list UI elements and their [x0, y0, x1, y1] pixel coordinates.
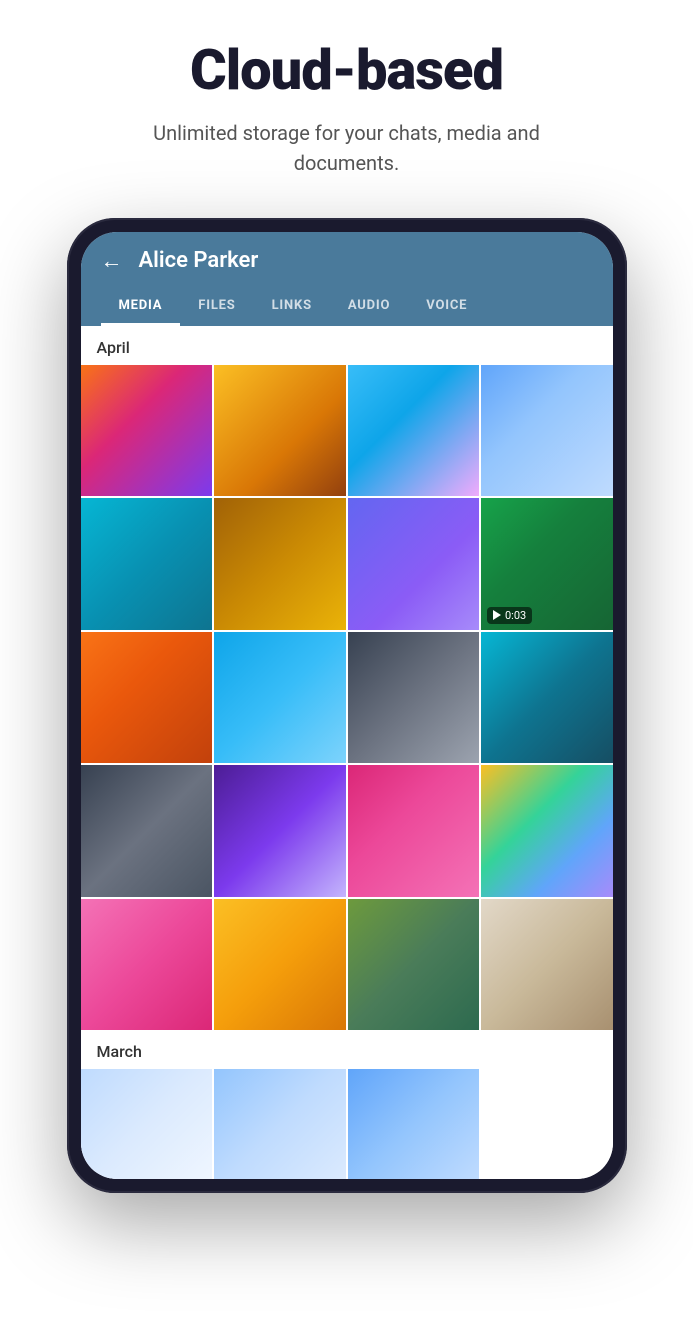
photo-cell[interactable]	[81, 1069, 213, 1179]
tab-files[interactable]: FILES	[180, 288, 253, 326]
photo-cell[interactable]	[81, 365, 213, 497]
april-photo-grid: 0:03	[81, 365, 613, 1031]
photo-cell[interactable]	[348, 498, 480, 630]
chat-title: Alice Parker	[139, 248, 259, 273]
month-label-april: April	[81, 326, 613, 365]
hero-subtitle: Unlimited storage for your chats, media …	[147, 118, 547, 178]
march-photo-grid	[81, 1069, 613, 1179]
tab-voice[interactable]: VOICE	[408, 288, 485, 326]
media-content: April 0:03	[81, 326, 613, 1180]
photo-cell[interactable]	[348, 365, 480, 497]
photo-cell[interactable]	[481, 899, 613, 1031]
back-button[interactable]: ←	[101, 248, 123, 274]
photo-cell[interactable]	[348, 1069, 480, 1179]
phone-screen: ← Alice Parker MEDIA FILES LINKS AUDIO V…	[81, 232, 613, 1180]
photo-cell[interactable]	[214, 1069, 346, 1179]
play-icon	[493, 610, 501, 620]
video-duration: 0:03	[505, 609, 526, 622]
photo-cell[interactable]	[81, 765, 213, 897]
photo-cell[interactable]	[214, 899, 346, 1031]
photo-cell[interactable]	[214, 498, 346, 630]
photo-cell[interactable]	[481, 365, 613, 497]
tab-links[interactable]: LINKS	[254, 288, 330, 326]
month-label-march: March	[81, 1030, 613, 1069]
photo-cell[interactable]: 0:03	[481, 498, 613, 630]
photo-cell[interactable]	[348, 899, 480, 1031]
phone-mockup: ← Alice Parker MEDIA FILES LINKS AUDIO V…	[67, 218, 627, 1194]
photo-cell[interactable]	[348, 632, 480, 764]
photo-cell[interactable]	[81, 632, 213, 764]
tab-audio[interactable]: AUDIO	[330, 288, 408, 326]
photo-cell[interactable]	[214, 632, 346, 764]
photo-cell[interactable]	[81, 899, 213, 1031]
photo-cell[interactable]	[214, 765, 346, 897]
photo-cell[interactable]	[481, 765, 613, 897]
phone-frame: ← Alice Parker MEDIA FILES LINKS AUDIO V…	[67, 218, 627, 1194]
photo-cell[interactable]	[81, 498, 213, 630]
photo-cell[interactable]	[348, 765, 480, 897]
photo-cell[interactable]	[214, 365, 346, 497]
photo-cell[interactable]	[481, 632, 613, 764]
tabs-row: MEDIA FILES LINKS AUDIO VOICE	[101, 288, 593, 326]
tab-media[interactable]: MEDIA	[101, 288, 181, 326]
page-title: Cloud-based	[190, 40, 503, 102]
chat-header: ← Alice Parker MEDIA FILES LINKS AUDIO V…	[81, 232, 613, 326]
video-duration-badge: 0:03	[487, 607, 532, 624]
